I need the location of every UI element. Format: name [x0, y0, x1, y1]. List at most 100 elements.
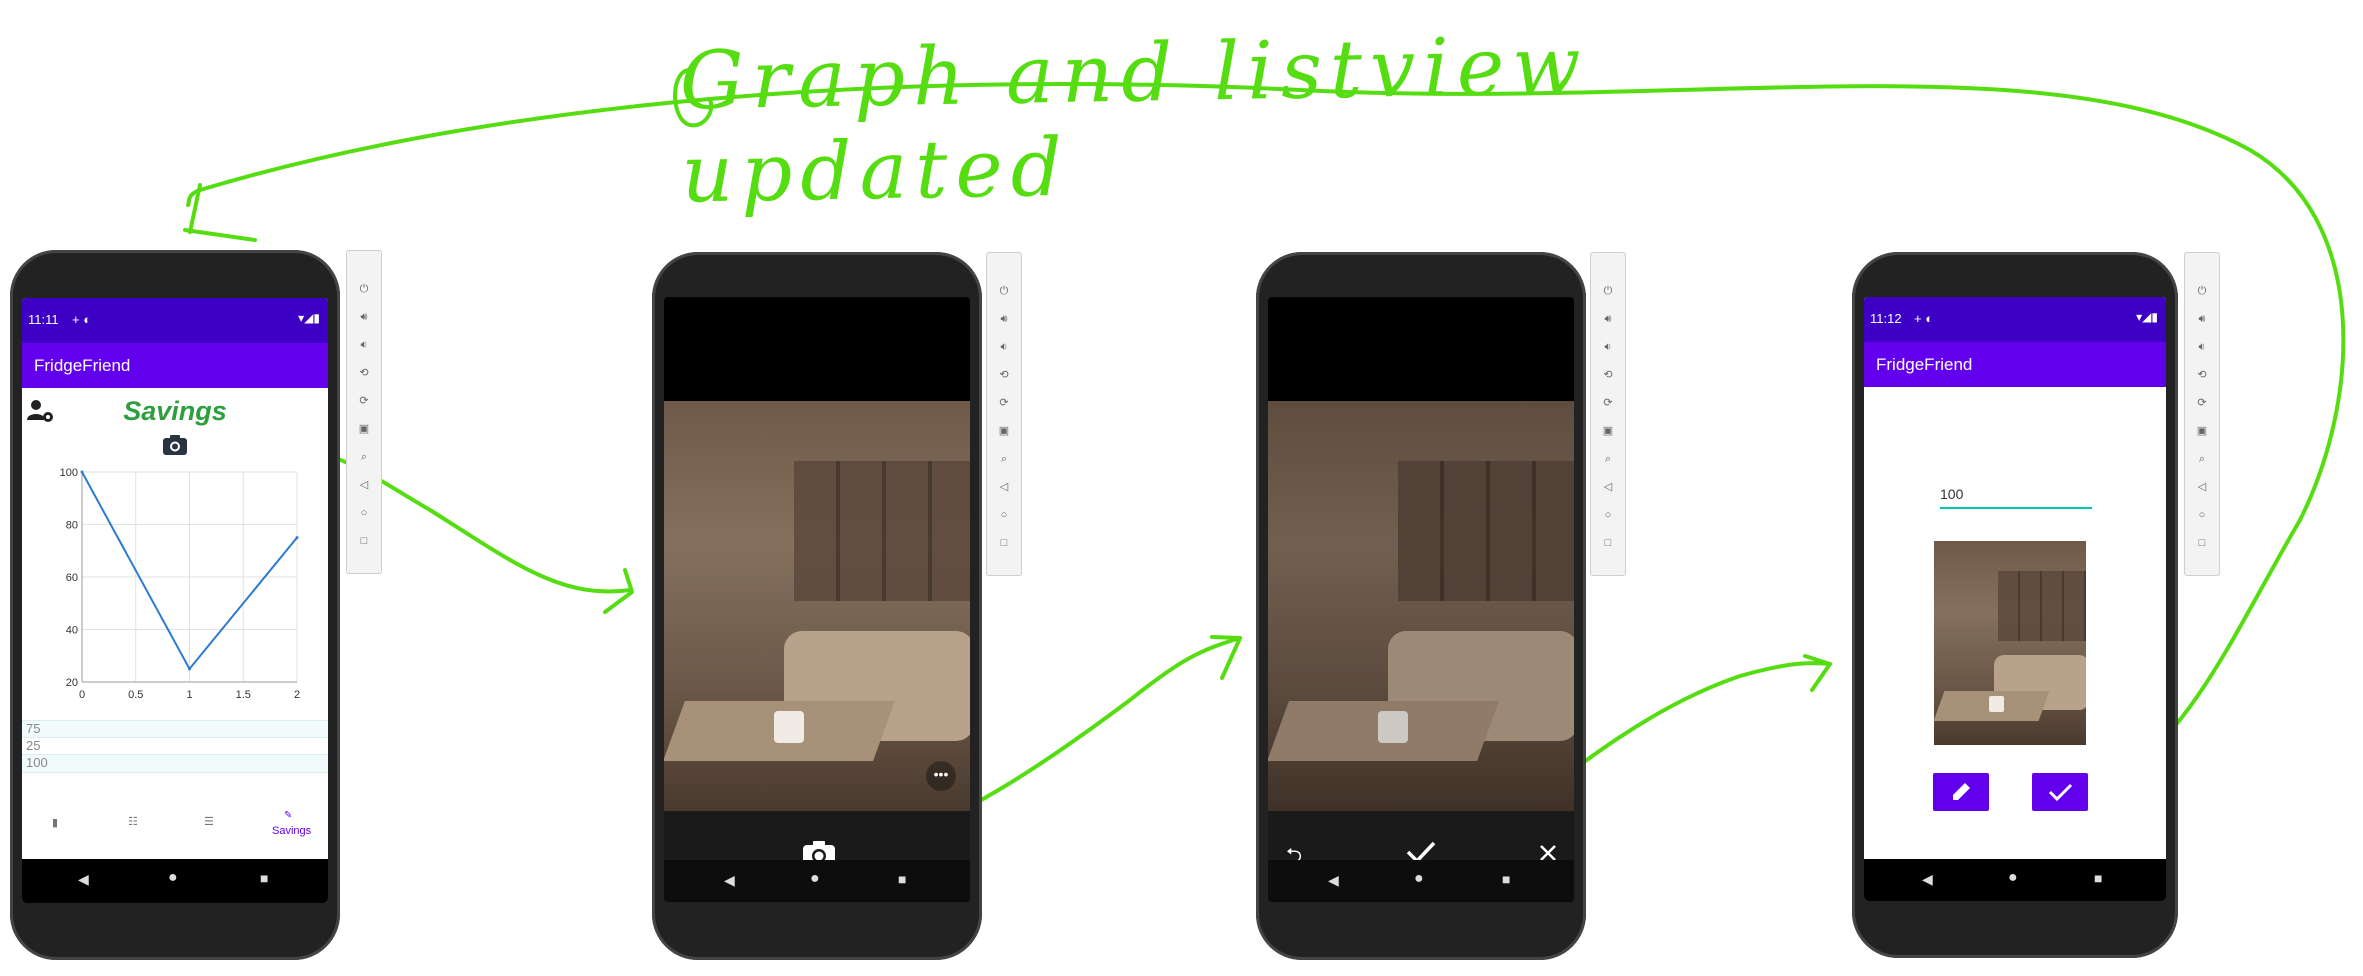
volume-up-icon[interactable]: 🔊︎ [356, 309, 372, 325]
camera-button[interactable] [162, 434, 188, 456]
back-icon[interactable]: ◀ [1922, 871, 1933, 888]
more-button[interactable]: ••• [926, 761, 956, 791]
recents-icon[interactable]: ■ [2094, 870, 2102, 886]
emulator-toolbar: ⏻ 🔊︎ 🔉︎ ⟲ ⟳ ▣ ⌕ ◁ ○ □ [1590, 252, 1626, 576]
home-icon[interactable]: ○ [356, 505, 372, 521]
back-icon[interactable]: ◀ [724, 872, 735, 889]
review-screen: ⮌ ◀ ● ■ [1268, 297, 1574, 902]
confirm-button[interactable] [2032, 773, 2088, 811]
rotate-right-icon[interactable]: ⟳ [996, 395, 1012, 411]
status-extra: + ◐ [72, 312, 92, 327]
rotate-right-icon[interactable]: ⟳ [2194, 395, 2210, 411]
zoom-icon[interactable]: ⌕ [1600, 451, 1616, 467]
power-icon[interactable]: ⏻ [356, 281, 372, 297]
home-icon[interactable]: ● [810, 870, 820, 888]
amount-field[interactable]: 100 [1940, 485, 2092, 509]
app-bar: FridgeFriend [1864, 342, 2166, 387]
nav-shopping-icon[interactable]: ☷ [128, 815, 138, 828]
back-icon[interactable]: ◁ [996, 479, 1012, 495]
status-bar: 11:12 + ◐ ▾◢▮ [1864, 297, 2166, 342]
status-time: 11:12 [1870, 311, 1902, 326]
emulator-toolbar: ⏻ 🔊︎ 🔉︎ ⟲ ⟳ ▣ ⌕ ◁ ○ □ [2184, 252, 2220, 576]
status-icons: ▾◢▮ [298, 311, 320, 325]
arrow-head-form [1803, 654, 1832, 692]
power-icon[interactable]: ⏻ [2194, 283, 2210, 299]
list-item[interactable]: 100 [22, 754, 328, 773]
bottom-navigation: ▮ ☷ ☰ ✎ Savings [22, 810, 328, 850]
rotate-left-icon[interactable]: ⟲ [2194, 367, 2210, 383]
power-icon[interactable]: ⏻ [1600, 283, 1616, 299]
rotate-left-icon[interactable]: ⟲ [1600, 367, 1616, 383]
zoom-icon[interactable]: ⌕ [2194, 451, 2210, 467]
nav-list-icon[interactable]: ☰ [204, 815, 214, 828]
volume-up-icon[interactable]: 🔊︎ [1600, 311, 1616, 327]
cup [1989, 696, 2004, 712]
pencil-icon [1953, 783, 1970, 800]
recents-icon[interactable]: ■ [898, 871, 906, 887]
camera-preview [664, 401, 970, 811]
nav-savings-label[interactable]: Savings [272, 825, 311, 837]
back-icon[interactable]: ◁ [356, 477, 372, 493]
list-item[interactable]: 25 [22, 737, 328, 755]
wall-panels [1398, 461, 1574, 601]
status-icons: ▾◢▮ [2136, 310, 2158, 324]
power-icon[interactable]: ⏻ [996, 283, 1012, 299]
zoom-icon[interactable]: ⌕ [356, 449, 372, 465]
rotate-right-icon[interactable]: ⟳ [1600, 395, 1616, 411]
home-icon[interactable]: ○ [1600, 507, 1616, 523]
app-title: FridgeFriend [34, 356, 131, 375]
system-nav-bar: ◀ ● ■ [1864, 859, 2166, 901]
phone-camera-viewfinder: ••• ◀ ● ■ [652, 252, 982, 960]
emulator-toolbar: ⏻ 🔊︎ 🔉︎ ⟲ ⟳ ▣ ⌕ ◁ ○ □ [986, 252, 1022, 576]
recents-icon[interactable]: ■ [260, 870, 268, 886]
system-nav-bar: ◀ ● ■ [1268, 860, 1574, 902]
add-savings-screen: 11:12 + ◐ ▾◢▮ FridgeFriend 100 ◀ ● ■ [1864, 297, 2166, 901]
back-icon[interactable]: ◁ [2194, 479, 2210, 495]
cup [1378, 711, 1408, 743]
status-bar: 11:11 + ◐ ▾◢▮ [22, 298, 328, 343]
home-icon[interactable]: ● [1414, 870, 1424, 888]
back-icon[interactable]: ◀ [78, 871, 89, 888]
volume-down-icon[interactable]: 🔉︎ [1600, 339, 1616, 355]
data-point [80, 470, 84, 474]
wall-panels [794, 461, 970, 601]
screenshot-icon[interactable]: ▣ [356, 421, 372, 437]
nav-savings-icon[interactable]: ✎ [284, 810, 292, 821]
home-icon[interactable]: ○ [2194, 507, 2210, 523]
back-icon[interactable]: ◀ [1328, 872, 1339, 889]
home-icon[interactable]: ● [2008, 869, 2018, 887]
volume-down-icon[interactable]: 🔉︎ [996, 339, 1012, 355]
rotate-left-icon[interactable]: ⟲ [356, 365, 372, 381]
nav-fridge-icon[interactable]: ▮ [52, 816, 58, 829]
edit-button[interactable] [1933, 773, 1989, 811]
recents-icon[interactable]: ■ [1502, 871, 1510, 887]
rotate-left-icon[interactable]: ⟲ [996, 367, 1012, 383]
y-tick-label: 40 [66, 625, 78, 637]
overview-icon[interactable]: □ [356, 533, 372, 549]
list-item[interactable]: 75 [22, 720, 328, 738]
volume-up-icon[interactable]: 🔊︎ [2194, 311, 2210, 327]
screenshot-icon[interactable]: ▣ [996, 423, 1012, 439]
volume-down-icon[interactable]: 🔉︎ [356, 337, 372, 353]
overview-icon[interactable]: □ [996, 535, 1012, 551]
phone-savings: 11:11 + ◐ ▾◢▮ FridgeFriend Savings 0 0.5 1… [10, 250, 340, 960]
back-icon[interactable]: ◁ [1600, 479, 1616, 495]
savings-chart: 0 0.5 1 1.5 2 100 80 60 40 20 [60, 467, 300, 701]
annotation-caption: Graph and listview updated [679, 18, 1590, 221]
system-nav-bar: ◀ ● ■ [22, 859, 328, 903]
rotate-right-icon[interactable]: ⟳ [356, 393, 372, 409]
phone-camera-review: ⮌ ◀ ● ■ [1256, 252, 1586, 960]
amount-value: 100 [1940, 486, 1964, 502]
home-icon[interactable]: ○ [996, 507, 1012, 523]
home-icon[interactable]: ● [168, 869, 178, 887]
y-tick-label: 80 [66, 520, 78, 532]
x-tick-label: 2 [294, 689, 300, 701]
screenshot-icon[interactable]: ▣ [2194, 423, 2210, 439]
zoom-icon[interactable]: ⌕ [996, 451, 1012, 467]
volume-up-icon[interactable]: 🔊︎ [996, 311, 1012, 327]
saved-photo-thumbnail [1934, 541, 2086, 745]
volume-down-icon[interactable]: 🔉︎ [2194, 339, 2210, 355]
screenshot-icon[interactable]: ▣ [1600, 423, 1616, 439]
overview-icon[interactable]: □ [1600, 535, 1616, 551]
overview-icon[interactable]: □ [2194, 535, 2210, 551]
